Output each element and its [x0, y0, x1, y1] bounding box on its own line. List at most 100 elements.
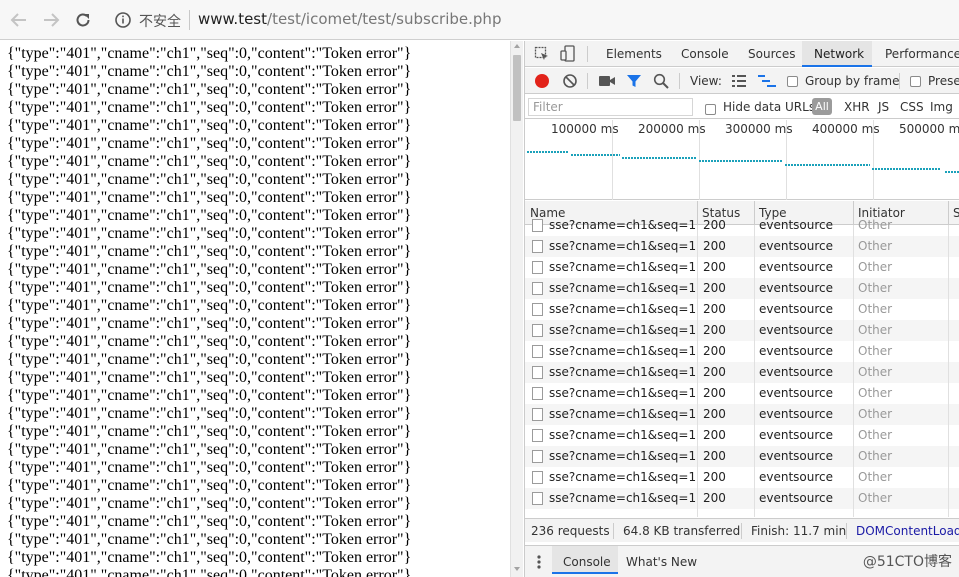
filter-icon[interactable] [626, 73, 642, 89]
cell-initiator: Other [858, 470, 893, 484]
tab-performance[interactable]: Performance [885, 47, 959, 61]
filter-type-js[interactable]: JS [878, 100, 889, 114]
filter-type-css[interactable]: CSS [900, 100, 924, 114]
document-icon [532, 429, 543, 442]
waterfall-icon[interactable] [758, 75, 776, 87]
table-row[interactable]: sse?cname=ch1&seq=1 200 eventsource Other [525, 320, 959, 341]
clear-icon[interactable] [562, 73, 578, 89]
document-icon [532, 492, 543, 505]
tab-elements[interactable]: Elements [606, 47, 662, 61]
table-row[interactable]: sse?cname=ch1&seq=1 200 eventsource Other [525, 257, 959, 278]
table-row[interactable]: sse?cname=ch1&seq=1 200 eventsource Other [525, 362, 959, 383]
output-line: {"type":"401","cname":"ch1","seq":0,"con… [7, 351, 412, 368]
table-row[interactable]: sse?cname=ch1&seq=1 200 eventsource Other [525, 488, 959, 509]
capture-screenshots-icon[interactable] [598, 74, 616, 88]
table-row[interactable]: sse?cname=ch1&seq=1 200 eventsource Other [525, 425, 959, 446]
output-line: {"type":"401","cname":"ch1","seq":0,"con… [7, 189, 412, 206]
network-overview[interactable]: 100000 ms 200000 ms 300000 ms 400000 ms … [525, 120, 959, 200]
document-icon [532, 408, 543, 421]
output-line: {"type":"401","cname":"ch1","seq":0,"con… [7, 279, 412, 296]
cell-type: eventsource [759, 407, 834, 421]
output-line: {"type":"401","cname":"ch1","seq":0,"con… [7, 333, 412, 350]
cell-type: eventsource [759, 218, 834, 232]
table-row[interactable]: sse?cname=ch1&seq=1 200 eventsource Other [525, 236, 959, 257]
cell-status: 200 [703, 386, 726, 400]
cell-type: eventsource [759, 365, 834, 379]
table-row[interactable]: sse?cname=ch1&seq=1 200 eventsource Other [525, 446, 959, 467]
cell-name: sse?cname=ch1&seq=1 [549, 449, 697, 463]
column-divider [948, 225, 949, 517]
table-row[interactable]: sse?cname=ch1&seq=1 200 eventsource Other [525, 383, 959, 404]
forward-button[interactable] [39, 8, 63, 32]
cell-initiator: Other [858, 260, 893, 274]
reload-button[interactable] [71, 8, 95, 32]
watermark: @51CTO博客 [862, 554, 952, 570]
filter-type-all[interactable]: All [812, 98, 832, 115]
preserve-log-checkbox[interactable] [910, 73, 921, 89]
page-scrollbar[interactable] [510, 41, 523, 577]
cell-type: eventsource [759, 386, 834, 400]
scroll-thumb[interactable] [513, 55, 521, 121]
output-line: {"type":"401","cname":"ch1","seq":0,"con… [7, 513, 412, 530]
cell-initiator: Other [858, 323, 893, 337]
tab-network[interactable]: Network [814, 47, 864, 61]
scroll-up-arrow-icon[interactable] [514, 44, 520, 48]
group-by-frame-checkbox[interactable] [787, 73, 798, 89]
cell-status: 200 [703, 407, 726, 421]
cell-name: sse?cname=ch1&seq=1 [549, 470, 697, 484]
record-icon[interactable] [534, 73, 550, 89]
cell-status: 200 [703, 281, 726, 295]
document-icon [532, 324, 543, 337]
inspect-element-icon[interactable] [534, 46, 550, 62]
checkbox-box[interactable] [705, 103, 716, 115]
cell-initiator: Other [858, 365, 893, 379]
insecure-label[interactable]: 不安全 [139, 11, 181, 31]
large-rows-icon[interactable] [732, 75, 746, 87]
hide-data-urls-checkbox[interactable] [705, 101, 716, 117]
cell-name: sse?cname=ch1&seq=1 [549, 323, 697, 337]
requests-table: Name Status Type Initiator S sse?cname=c… [525, 201, 959, 517]
drawer-tab-console[interactable]: Console [563, 555, 611, 569]
checkbox-box[interactable] [910, 75, 921, 87]
scroll-down-arrow-icon[interactable] [514, 567, 520, 571]
tab-sources[interactable]: Sources [748, 47, 795, 61]
cell-name: sse?cname=ch1&seq=1 [549, 386, 697, 400]
table-row[interactable]: sse?cname=ch1&seq=1 200 eventsource Other [525, 467, 959, 488]
toolbar-divider [679, 73, 680, 89]
table-row[interactable]: sse?cname=ch1&seq=1 200 eventsource Other [525, 278, 959, 299]
drawer-tab-whats-new[interactable]: What's New [626, 555, 697, 569]
info-icon[interactable] [114, 11, 132, 29]
tab-divider [587, 46, 588, 62]
document-icon [532, 450, 543, 463]
output-line: {"type":"401","cname":"ch1","seq":0,"con… [7, 549, 412, 566]
document-icon [532, 366, 543, 379]
cell-status: 200 [703, 218, 726, 232]
more-vertical-icon[interactable] [536, 554, 542, 570]
checkbox-box[interactable] [787, 75, 798, 87]
output-line: {"type":"401","cname":"ch1","seq":0,"con… [7, 567, 412, 577]
summary-divider [741, 523, 742, 539]
cell-initiator: Other [858, 491, 893, 505]
summary-divider [613, 523, 614, 539]
filter-type-xhr[interactable]: XHR [844, 100, 870, 114]
cell-name: sse?cname=ch1&seq=1 [549, 218, 697, 232]
table-row[interactable]: sse?cname=ch1&seq=1 200 eventsource Other [525, 341, 959, 362]
cell-status: 200 [703, 491, 726, 505]
table-row[interactable]: sse?cname=ch1&seq=1 200 eventsource Other [525, 404, 959, 425]
output-line: {"type":"401","cname":"ch1","seq":0,"con… [7, 63, 412, 80]
cell-status: 200 [703, 239, 726, 253]
back-button[interactable] [7, 8, 31, 32]
output-line: {"type":"401","cname":"ch1","seq":0,"con… [7, 495, 412, 512]
url-field[interactable]: www.test/test/icomet/test/subscribe.php [198, 10, 501, 28]
table-row[interactable]: sse?cname=ch1&seq=1 200 eventsource Other [525, 215, 959, 236]
table-row[interactable]: sse?cname=ch1&seq=1 200 eventsource Other [525, 299, 959, 320]
tab-console[interactable]: Console [681, 47, 729, 61]
summary-divider [846, 523, 847, 539]
document-icon [532, 345, 543, 358]
search-icon[interactable] [653, 73, 669, 89]
filter-input[interactable]: Filter [528, 98, 693, 116]
filter-type-img[interactable]: Img [930, 100, 953, 114]
output-line: {"type":"401","cname":"ch1","seq":0,"con… [7, 243, 412, 260]
document-icon [532, 471, 543, 484]
device-toolbar-icon[interactable] [560, 45, 576, 63]
